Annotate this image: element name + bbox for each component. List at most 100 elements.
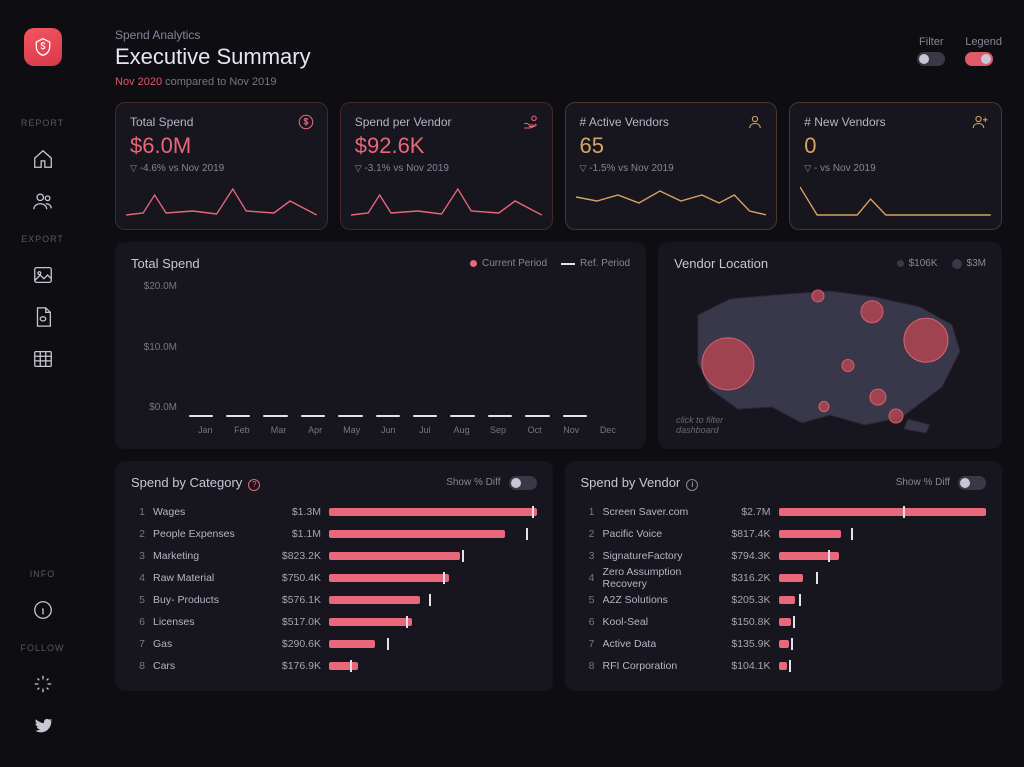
row-name: Buy- Products [153,594,263,606]
spend-by-vendor-title: Spend by Vendori [581,475,896,491]
row-value: $794.3K [713,550,771,562]
row-name: Kool-Seal [603,616,713,628]
row-name: Pacific Voice [603,528,713,540]
row-rank: 5 [581,594,595,606]
row-rank: 3 [131,550,145,562]
vendor-location-card: Vendor Location $106K $3M click to filte… [658,242,1002,449]
row-bar [329,574,537,582]
row-rank: 4 [581,572,595,584]
map-bubble[interactable] [889,409,903,423]
map-bubble[interactable] [861,301,883,323]
kpi-card[interactable]: Total Spend$6.0M▽ -4.6% vs Nov 2019 [115,102,328,230]
sparkline [800,181,991,221]
row-rank: 2 [581,528,595,540]
row-value: $1.1M [263,528,321,540]
list-item[interactable]: 1Screen Saver.com$2.7M [581,501,987,523]
kpi-card[interactable]: Spend per Vendor$92.6K▽ -3.1% vs Nov 201… [340,102,553,230]
list-item[interactable]: 7Active Data$135.9K [581,633,987,655]
row-value: $150.8K [713,616,771,628]
map-hint: click to filter dashboard [676,415,746,435]
list-item[interactable]: 4Zero Assumption Recovery$316.2K [581,567,987,589]
main-content: Spend Analytics Executive Summary Nov 20… [85,0,1024,767]
row-bar [329,662,537,670]
row-bar [329,530,537,538]
list-item[interactable]: 3SignatureFactory$794.3K [581,545,987,567]
legend-ref: Ref. Period [561,258,630,269]
sidebar-section-report: REPORT [21,118,64,128]
map-bubble[interactable] [904,318,948,362]
tableau-icon[interactable] [30,671,56,697]
list-item[interactable]: 4Raw Material$750.4K [131,567,537,589]
filter-toggle[interactable] [917,52,945,66]
row-value: $176.9K [263,660,321,672]
show-diff-label-vendor: Show % Diff [896,477,950,488]
info-icon-small[interactable]: i [686,479,698,491]
row-value: $316.2K [713,572,771,584]
row-rank: 5 [131,594,145,606]
row-bar [779,552,987,560]
map-bubble[interactable] [812,290,824,302]
row-value: $290.6K [263,638,321,650]
list-item[interactable]: 2People Expenses$1.1M [131,523,537,545]
list-item[interactable]: 1Wages$1.3M [131,501,537,523]
kpi-delta: ▽ - vs Nov 2019 [804,163,987,174]
list-item[interactable]: 5Buy- Products$576.1K [131,589,537,611]
map-bubble[interactable] [702,338,754,390]
list-item[interactable]: 8RFI Corporation$104.1K [581,655,987,677]
app-logo[interactable] [24,28,62,66]
page-title: Executive Summary [115,44,917,70]
row-name: Active Data [603,638,713,650]
list-item[interactable]: 7Gas$290.6K [131,633,537,655]
row-value: $135.9K [713,638,771,650]
row-bar [779,640,987,648]
sidebar-section-export: EXPORT [21,234,64,244]
sparkline [351,181,542,221]
kpi-label: # Active Vendors [580,115,763,129]
row-bar [329,596,537,604]
row-name: SignatureFactory [603,550,713,562]
row-value: $205.3K [713,594,771,606]
list-item[interactable]: 6Kool-Seal$150.8K [581,611,987,633]
list-item[interactable]: 3Marketing$823.2K [131,545,537,567]
user-icon [746,113,764,134]
pdf-icon[interactable] [30,304,56,330]
dollar-icon [297,113,315,134]
sparkline [576,181,767,221]
table-icon[interactable] [30,346,56,372]
info-icon[interactable] [30,597,56,623]
row-name: Marketing [153,550,263,562]
row-name: Raw Material [153,572,263,584]
kpi-card[interactable]: # Active Vendors65▽ -1.5% vs Nov 2019 [565,102,778,230]
map-bubble[interactable] [870,389,886,405]
help-icon[interactable]: ? [248,479,260,491]
list-item[interactable]: 5A2Z Solutions$205.3K [581,589,987,611]
map-bubble[interactable] [819,402,829,412]
users-icon[interactable] [30,188,56,214]
sidebar-section-follow: FOLLOW [20,643,64,653]
legend-current: Current Period [470,258,547,269]
kpi-card[interactable]: # New Vendors0▽ - vs Nov 2019 [789,102,1002,230]
map-bubble[interactable] [842,359,854,371]
legend-toggle[interactable] [965,52,993,66]
row-name: Cars [153,660,263,672]
total-spend-chart[interactable]: $20.0M$10.0M$0.0M JanFebMarAprMayJunJulA… [131,277,630,435]
legend-bubble-big: $106K [897,258,938,269]
home-icon[interactable] [30,146,56,172]
list-item[interactable]: 6Licenses$517.0K [131,611,537,633]
kpi-label: Total Spend [130,115,313,129]
kpi-label: Spend per Vendor [355,115,538,129]
list-item[interactable]: 2Pacific Voice$817.4K [581,523,987,545]
kpi-label: # New Vendors [804,115,987,129]
row-rank: 2 [131,528,145,540]
image-icon[interactable] [30,262,56,288]
list-item[interactable]: 8Cars$176.9K [131,655,537,677]
filter-label: Filter [917,36,945,48]
row-name: Screen Saver.com [603,506,713,518]
twitter-icon[interactable] [30,713,56,739]
app-name: Spend Analytics [115,28,917,42]
vendor-location-map[interactable]: click to filter dashboard [674,277,986,435]
row-value: $104.1K [713,660,771,672]
kpi-value: 65 [580,133,763,159]
show-diff-toggle-vendor[interactable] [958,476,986,490]
show-diff-toggle-category[interactable] [509,476,537,490]
